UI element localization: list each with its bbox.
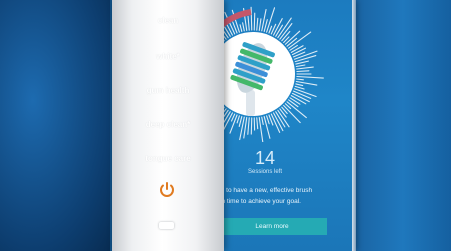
brush-head-visualization — [210, 6, 324, 142]
battery-icon — [159, 222, 174, 229]
info-line-1: now, to have a new, effective brush — [211, 187, 313, 194]
sessions-label: Sessions left — [247, 169, 283, 175]
power-icon[interactable] — [158, 181, 176, 197]
sessions-count: 14 — [254, 148, 276, 168]
phone-edge — [352, 0, 356, 251]
learn-more-button[interactable]: Learn more — [217, 218, 327, 235]
phone-screen — [210, 0, 355, 251]
info-line-2: ad in time to achieve your goal. — [211, 198, 301, 205]
mode-clean: clean — [157, 16, 179, 25]
background-left — [0, 0, 110, 251]
mode-gum-health: gum health — [146, 86, 190, 95]
background-right — [355, 0, 451, 251]
info-message: now, to have a new, effective brush ad i… — [211, 185, 351, 207]
mode-tongue-care: tongue care — [145, 154, 191, 163]
mode-deep-clean: deep clean* — [145, 120, 191, 129]
mode-white: white* — [156, 52, 180, 61]
